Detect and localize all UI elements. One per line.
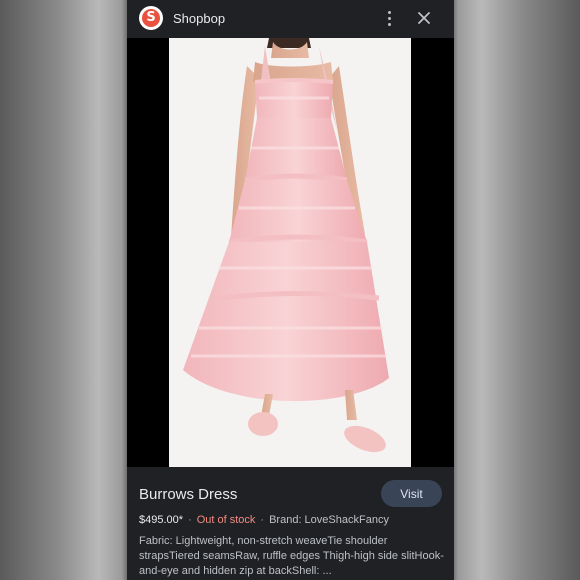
product-image-area: [127, 38, 454, 467]
preview-header: S Shopbop: [127, 0, 454, 38]
visit-button[interactable]: Visit: [381, 480, 442, 507]
site-name[interactable]: Shopbop: [173, 11, 225, 26]
site-logo-letter: S: [142, 9, 160, 27]
product-description: Fabric: Lightweight, non-stretch weaveTi…: [139, 535, 444, 577]
separator-dot: ·: [188, 514, 192, 526]
more-vert-icon[interactable]: [381, 7, 397, 29]
image-preview-panel: S Shopbop Burrows Dress Visit $495.00* ·…: [127, 0, 454, 580]
product-price: $495.00*: [139, 514, 184, 526]
separator-dot: ·: [260, 514, 265, 526]
product-meta: $495.00* · Out of stock · Brand: LoveShackFa…: [139, 514, 389, 526]
product-brand: Brand: LoveShackFancy: [269, 514, 389, 526]
close-icon[interactable]: [414, 8, 434, 28]
product-photo[interactable]: [169, 38, 411, 467]
site-logo[interactable]: S: [139, 6, 163, 30]
product-title[interactable]: Burrows Dress: [139, 486, 237, 503]
stock-status: Out of stock: [196, 514, 256, 526]
product-info: Burrows Dress Visit $495.00* · Out of stoc…: [127, 467, 454, 580]
